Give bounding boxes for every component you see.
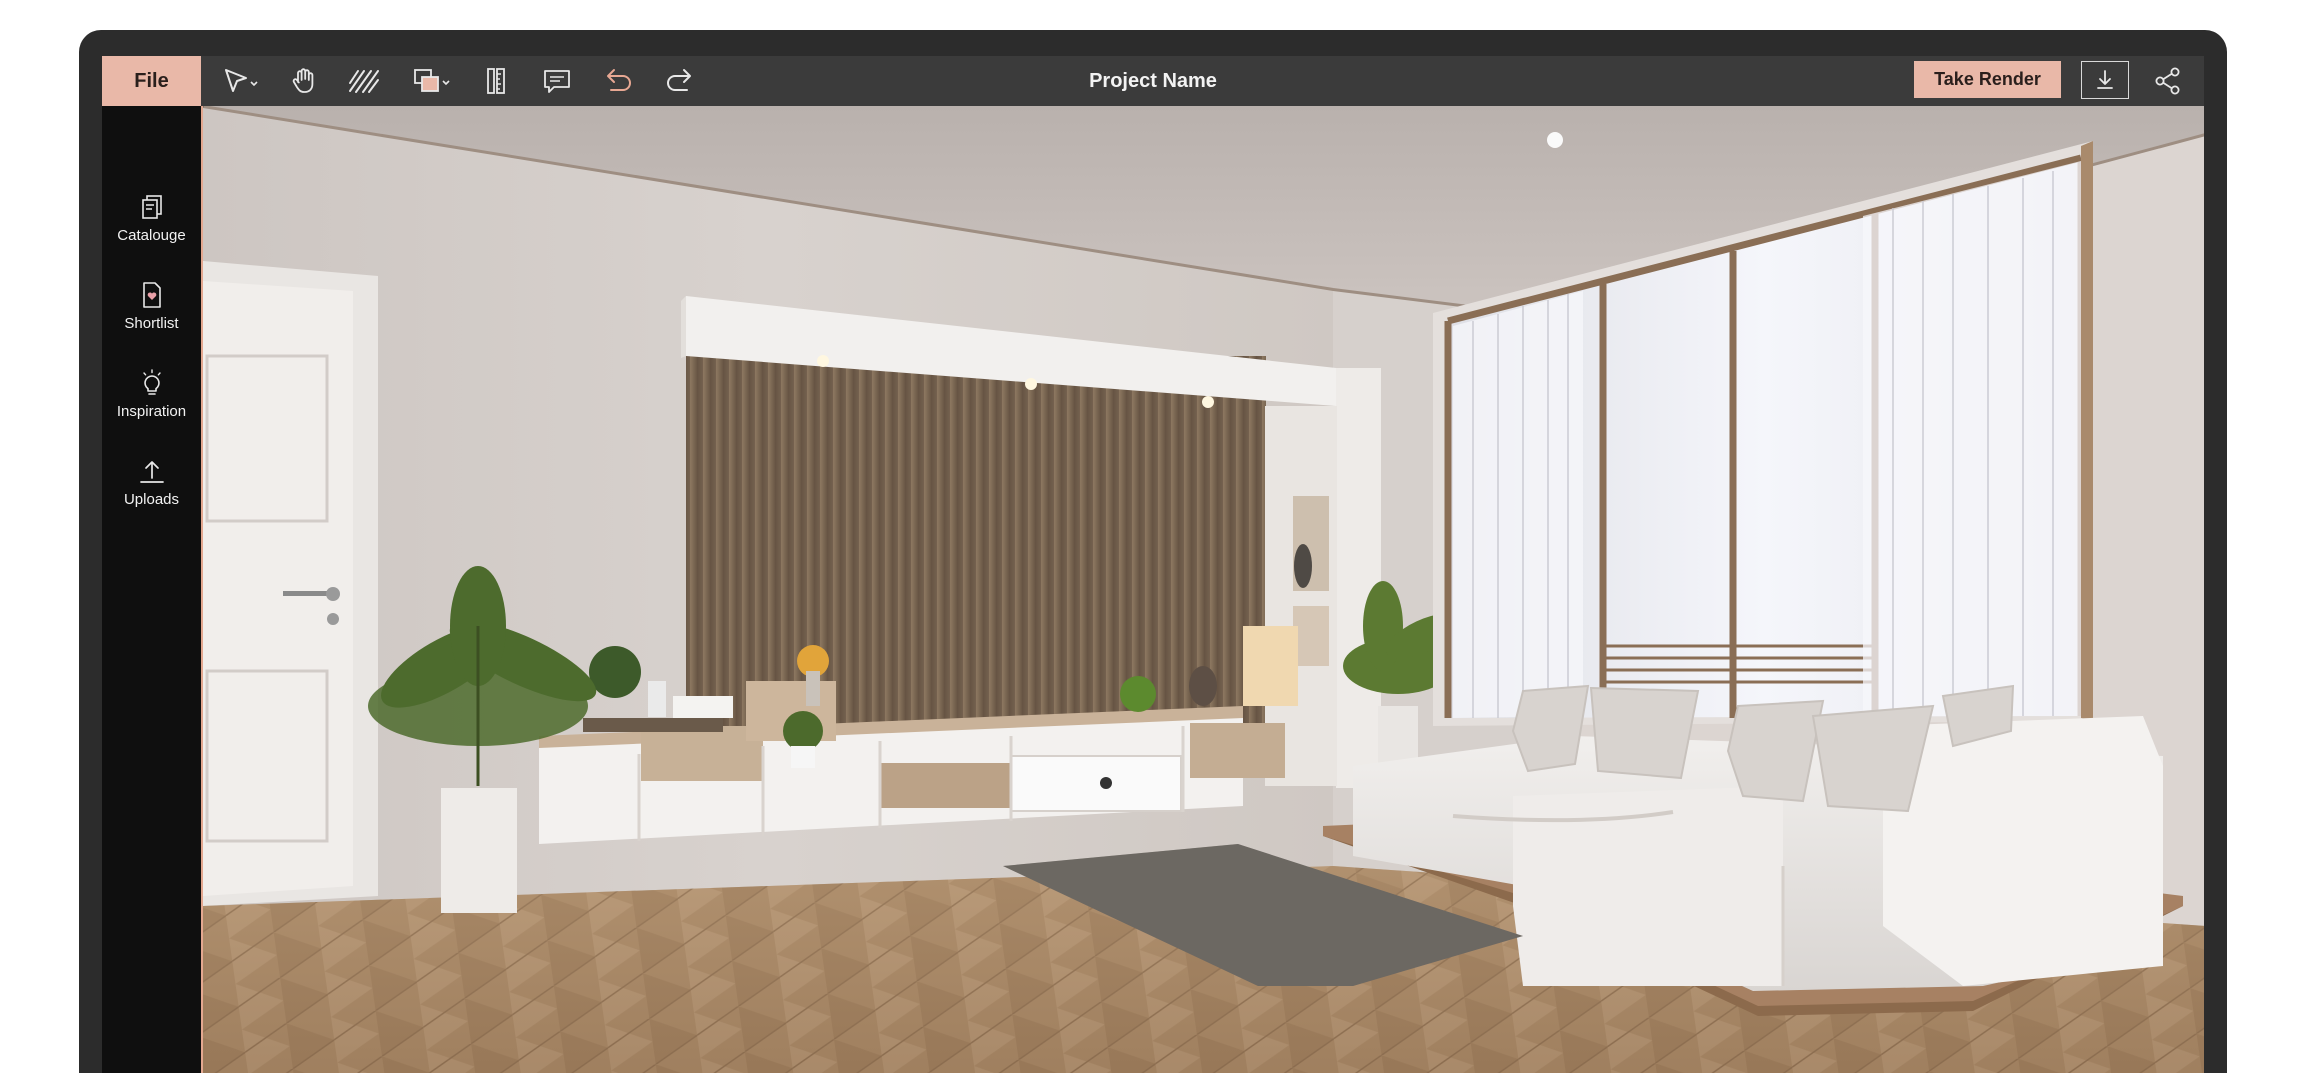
top-toolbar: File Project Name Take Render xyxy=(102,56,2204,106)
sidebar-item-label: Inspiration xyxy=(116,403,187,420)
select-tool-button[interactable] xyxy=(220,65,264,97)
comment-tool-button[interactable] xyxy=(540,65,574,97)
object-icon xyxy=(414,69,450,92)
sidebar-item-label: Catalouge xyxy=(117,227,186,244)
left-sidebar: Catalouge Shortlist Inspiration Uploads xyxy=(102,106,201,1073)
sidebar-item-catalogue[interactable]: Catalouge xyxy=(102,190,201,262)
pointer-icon xyxy=(225,69,258,92)
comment-icon xyxy=(544,70,570,93)
upload-icon xyxy=(139,461,164,483)
living-room-render xyxy=(203,106,2204,1073)
hatch-icon xyxy=(349,70,379,93)
share-icon xyxy=(2155,67,2180,95)
redo-icon xyxy=(667,69,691,91)
hatch-tool-button[interactable] xyxy=(346,65,382,97)
pan-tool-button[interactable] xyxy=(288,65,320,97)
project-name-title[interactable]: Project Name xyxy=(1089,70,1217,93)
sidebar-item-label: Uploads xyxy=(123,491,180,508)
download-button[interactable] xyxy=(2081,61,2129,99)
take-render-button[interactable]: Take Render xyxy=(1914,61,2061,98)
app-window: File Project Name Take Render Catalouge … xyxy=(102,56,2204,1073)
shortlist-icon xyxy=(142,282,161,308)
share-button[interactable] xyxy=(2150,65,2186,97)
hand-icon xyxy=(292,68,314,93)
ruler-icon xyxy=(487,68,505,94)
lightbulb-icon xyxy=(142,369,161,395)
redo-button[interactable] xyxy=(662,65,698,97)
catalogue-icon xyxy=(141,195,162,219)
sidebar-item-label: Shortlist xyxy=(124,315,179,332)
download-icon xyxy=(2097,70,2113,89)
sidebar-item-inspiration[interactable]: Inspiration xyxy=(102,366,201,438)
render-canvas[interactable] xyxy=(201,106,2204,1073)
place-object-tool-button[interactable] xyxy=(410,65,454,97)
sidebar-item-shortlist[interactable]: Shortlist xyxy=(102,278,201,350)
measure-tool-button[interactable] xyxy=(482,65,512,97)
undo-button[interactable] xyxy=(600,65,636,97)
undo-icon xyxy=(607,69,631,91)
sidebar-item-uploads[interactable]: Uploads xyxy=(102,454,201,526)
file-menu-button[interactable]: File xyxy=(102,56,201,106)
